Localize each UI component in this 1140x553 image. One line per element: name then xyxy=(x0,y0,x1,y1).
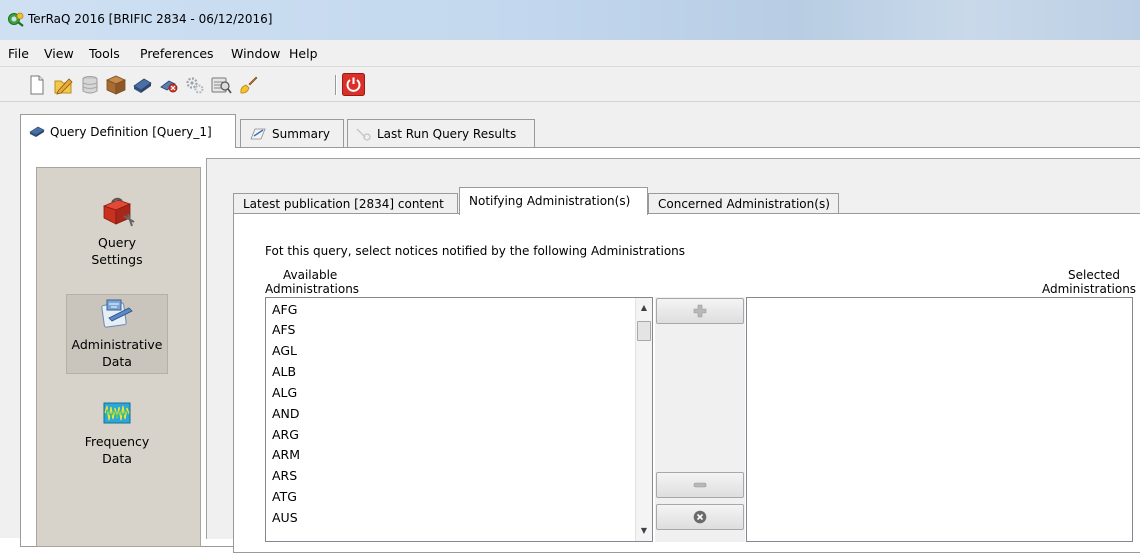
query-icon xyxy=(29,126,45,137)
frequency-waveform-icon xyxy=(103,402,131,424)
add-plus-icon xyxy=(693,304,707,318)
list-item[interactable]: ARG xyxy=(272,427,299,442)
admin-data-icon xyxy=(101,299,133,328)
list-item[interactable]: ATG xyxy=(272,489,297,504)
menu-help[interactable]: Help xyxy=(289,46,318,61)
remove-minus-icon xyxy=(693,482,707,488)
menu-window[interactable]: Window xyxy=(231,46,280,61)
nav-query-settings-label-1: Query xyxy=(98,235,136,250)
tab-concerned-administrations[interactable]: Concerned Administration(s) xyxy=(648,193,839,214)
list-item[interactable]: ALG xyxy=(272,385,297,400)
add-administration-button[interactable] xyxy=(656,298,744,324)
brush-icon[interactable] xyxy=(237,74,259,96)
package-icon[interactable] xyxy=(105,74,127,96)
selected-label-line2: Administrations xyxy=(1042,282,1137,296)
database-icon[interactable] xyxy=(79,74,101,96)
list-item[interactable]: AGL xyxy=(272,343,297,358)
menu-file[interactable]: File xyxy=(8,46,29,61)
new-document-icon[interactable] xyxy=(26,74,48,96)
tab-query-definition-label: Query Definition [Query_1] xyxy=(50,124,212,139)
tab-query-definition[interactable]: Query Definition [Query_1] xyxy=(20,114,236,148)
nav-administrative-data[interactable]: Administrative Data xyxy=(66,294,168,374)
available-list-scrollbar[interactable]: ▲ ▼ xyxy=(635,298,652,541)
app-logo-icon xyxy=(8,12,24,27)
available-label-line2: Administrations xyxy=(265,282,360,296)
menu-bar: File View Tools Preferences Window Help xyxy=(0,40,1140,67)
menu-view[interactable]: View xyxy=(44,46,74,61)
list-item[interactable]: AFG xyxy=(272,302,297,317)
toolbar xyxy=(0,67,1140,102)
tab-summary-label: Summary xyxy=(272,126,330,141)
instruction-text: Fot this query, select notices notified … xyxy=(265,244,686,258)
nav-frequency-data[interactable]: Frequency Data xyxy=(66,402,168,467)
toolbar-separator xyxy=(335,75,337,95)
list-item[interactable]: AND xyxy=(272,406,300,421)
nav-administrative-data-label-1: Administrative xyxy=(71,337,163,352)
nav-frequency-data-label-2: Data xyxy=(102,451,132,466)
power-icon[interactable] xyxy=(342,73,365,96)
window-title: TerRaQ 2016 [BRIFIC 2834 - 06/12/2016] xyxy=(28,12,273,26)
clear-x-icon xyxy=(693,510,707,524)
edit-pencil-icon[interactable] xyxy=(52,74,74,96)
tab-last-run-results-label: Last Run Query Results xyxy=(377,126,517,141)
selected-label-line1: Selected xyxy=(1068,268,1121,282)
available-label-line1: Available xyxy=(283,268,338,282)
connect-icon[interactable] xyxy=(158,74,180,96)
nav-frequency-data-label-1: Frequency xyxy=(84,434,150,449)
tab-last-run-results[interactable]: Last Run Query Results xyxy=(347,119,535,147)
summary-icon xyxy=(250,128,266,139)
list-item[interactable]: ARS xyxy=(272,468,297,483)
nav-query-settings[interactable]: Query Settings xyxy=(66,192,168,268)
clear-administrations-button[interactable] xyxy=(656,504,744,530)
nav-query-settings-label-2: Settings xyxy=(91,252,143,267)
selected-administrations-list[interactable] xyxy=(746,297,1133,542)
toolbox-icon xyxy=(102,197,135,227)
remove-administration-button[interactable] xyxy=(656,472,744,498)
list-item[interactable]: ALB xyxy=(272,364,296,379)
menu-tools[interactable]: Tools xyxy=(89,46,120,61)
tab-summary[interactable]: Summary xyxy=(240,119,344,147)
settings-gears-icon[interactable] xyxy=(184,74,206,96)
tab-latest-publication[interactable]: Latest publication [2834] content xyxy=(233,193,458,214)
title-bar: TerRaQ 2016 [BRIFIC 2834 - 06/12/2016] xyxy=(0,0,1140,40)
available-administrations-list[interactable]: AFG AFS AGL ALB ALG AND ARG ARM ARS ATG … xyxy=(265,297,653,542)
scroll-up-arrow-icon[interactable]: ▲ xyxy=(636,300,652,316)
run-query-icon[interactable] xyxy=(131,74,153,96)
menu-preferences[interactable]: Preferences xyxy=(140,46,214,61)
scrollbar-thumb[interactable] xyxy=(637,321,651,341)
list-item[interactable]: AFS xyxy=(272,322,295,337)
tab-notifying-administrations[interactable]: Notifying Administration(s) xyxy=(459,187,648,215)
scroll-down-arrow-icon[interactable]: ▼ xyxy=(636,523,652,539)
inspect-icon[interactable] xyxy=(210,74,232,96)
search-results-icon xyxy=(356,127,371,141)
list-item[interactable]: ARM xyxy=(272,447,300,462)
nav-administrative-data-label-2: Data xyxy=(102,354,132,369)
list-item[interactable]: AUS xyxy=(272,510,298,525)
